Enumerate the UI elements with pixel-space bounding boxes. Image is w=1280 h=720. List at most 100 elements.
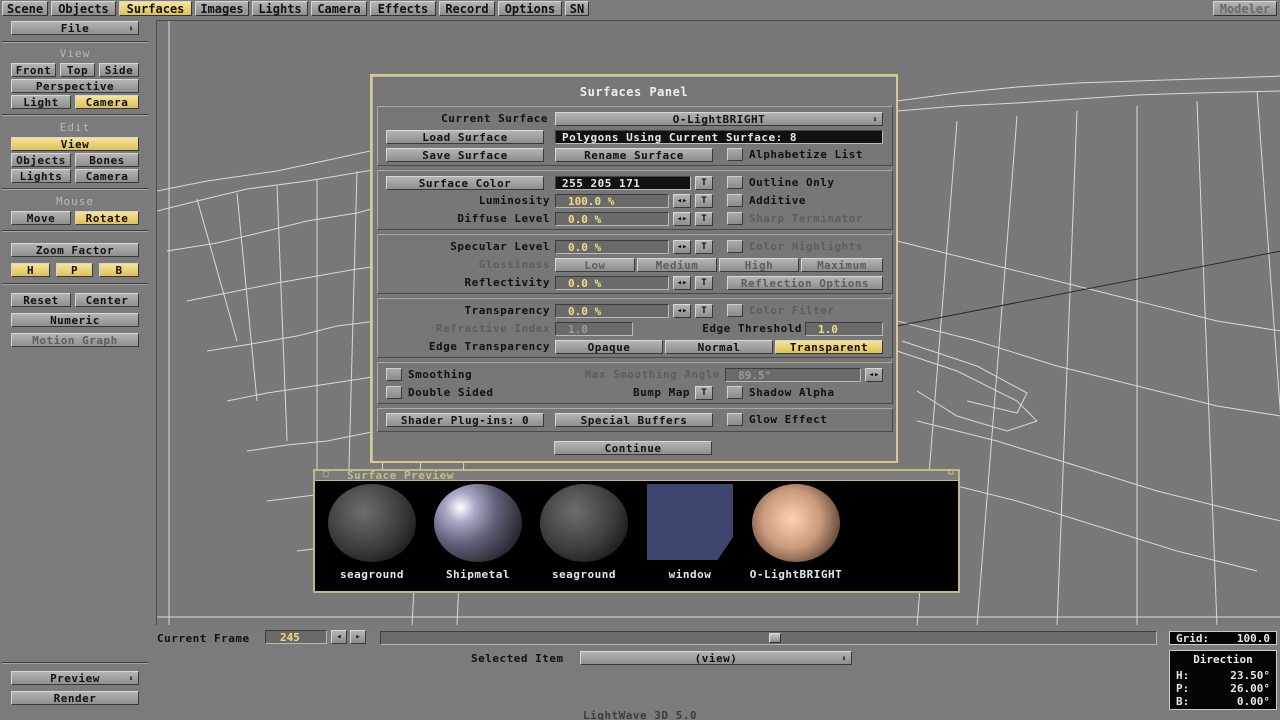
center-button[interactable]: Center xyxy=(75,293,139,307)
diffuse-slider-arrows-icon[interactable]: ◂▸ xyxy=(673,212,691,226)
outline-only-checkbox[interactable] xyxy=(727,176,743,189)
light-view-button[interactable]: Light xyxy=(11,95,71,109)
window-resize-icon[interactable]: ⧉ xyxy=(948,468,954,478)
bump-map-texture-button[interactable]: T xyxy=(695,386,713,400)
specular-slider-arrows-icon[interactable]: ◂▸ xyxy=(673,240,691,254)
transparency-texture-button[interactable]: T xyxy=(695,304,713,318)
modeler-button[interactable]: Modeler xyxy=(1213,1,1277,16)
frame-slider[interactable] xyxy=(380,631,1157,645)
tab-options[interactable]: Options xyxy=(498,1,562,16)
shipmetal-swatch[interactable] xyxy=(434,484,522,562)
file-menu[interactable]: File ⬍ xyxy=(11,21,139,35)
tab-scene[interactable]: Scene xyxy=(2,1,48,16)
additive-checkbox[interactable] xyxy=(727,194,743,207)
tab-surfaces[interactable]: Surfaces xyxy=(119,1,192,16)
o-lightbright-swatch[interactable] xyxy=(752,484,840,562)
rename-surface-button[interactable]: Rename Surface xyxy=(555,148,713,162)
transparency-slider-arrows-icon[interactable]: ◂▸ xyxy=(673,304,691,318)
max-smoothing-field[interactable]: 89.5° xyxy=(725,368,861,382)
surface-color-field[interactable]: 255 205 171 xyxy=(555,176,691,190)
p-axis-button[interactable]: P xyxy=(56,263,93,277)
shader-plugins-button[interactable]: Shader Plug-ins: 0 xyxy=(386,413,544,427)
render-button[interactable]: Render xyxy=(11,691,139,705)
gloss-maximum-button[interactable]: Maximum xyxy=(801,258,883,272)
load-surface-button[interactable]: Load Surface xyxy=(386,130,544,144)
edit-view-button[interactable]: View xyxy=(11,137,139,151)
smoothing-checkbox[interactable] xyxy=(386,368,402,381)
double-sided-checkbox[interactable] xyxy=(386,386,402,399)
h-axis-button[interactable]: H xyxy=(11,263,50,277)
edit-bones-button[interactable]: Bones xyxy=(75,153,139,167)
specular-texture-button[interactable]: T xyxy=(695,240,713,254)
side-view-button[interactable]: Side xyxy=(99,63,139,77)
tab-effects[interactable]: Effects xyxy=(370,1,436,16)
b-axis-button[interactable]: B xyxy=(99,263,139,277)
continue-button[interactable]: Continue xyxy=(554,441,712,455)
transparency-field[interactable]: 0.0 % xyxy=(555,304,669,318)
close-icon[interactable]: □ xyxy=(323,469,328,479)
front-view-button[interactable]: Front xyxy=(11,63,56,77)
current-frame-field[interactable]: 245 xyxy=(265,630,327,644)
bump-map-label: Bump Map xyxy=(633,386,690,399)
tab-camera[interactable]: Camera xyxy=(311,1,367,16)
reset-button[interactable]: Reset xyxy=(11,293,71,307)
seaground-swatch[interactable] xyxy=(328,484,416,562)
luminosity-slider-arrows-icon[interactable]: ◂▸ xyxy=(673,194,691,208)
tab-lights[interactable]: Lights xyxy=(252,1,308,16)
glow-effect-checkbox[interactable] xyxy=(727,413,743,426)
camera-view-button[interactable]: Camera xyxy=(75,95,139,109)
top-view-button[interactable]: Top xyxy=(60,63,95,77)
surface-color-button[interactable]: Surface Color xyxy=(386,176,544,190)
alphabetize-checkbox[interactable] xyxy=(727,148,743,161)
luminosity-field[interactable]: 100.0 % xyxy=(555,194,669,208)
window-swatch[interactable] xyxy=(647,484,733,560)
edit-camera-button[interactable]: Camera xyxy=(75,169,139,183)
special-buffers-button[interactable]: Special Buffers xyxy=(555,413,713,427)
move-button[interactable]: Move xyxy=(11,211,71,225)
shadow-alpha-checkbox[interactable] xyxy=(727,386,743,399)
reflectivity-slider-arrows-icon[interactable]: ◂▸ xyxy=(673,276,691,290)
max-smoothing-arrows-icon[interactable]: ◂▸ xyxy=(865,368,883,382)
gloss-medium-button[interactable]: Medium xyxy=(637,258,717,272)
perspective-view-button[interactable]: Perspective xyxy=(11,79,139,93)
selected-item-select[interactable]: (view) ⬍ xyxy=(580,651,852,665)
color-filter-checkbox[interactable] xyxy=(727,304,743,317)
edge-threshold-field[interactable]: 1.0 xyxy=(805,322,883,336)
reflection-options-button[interactable]: Reflection Options xyxy=(727,276,883,290)
diffuse-texture-button[interactable]: T xyxy=(695,212,713,226)
color-highlights-checkbox[interactable] xyxy=(727,240,743,253)
current-surface-select[interactable]: O-LightBRIGHT ⬍ xyxy=(555,112,883,126)
gloss-high-button[interactable]: High xyxy=(719,258,799,272)
prev-frame-arrow-icon[interactable]: ◂ xyxy=(331,630,347,644)
zoom-factor-button[interactable]: Zoom Factor xyxy=(11,243,139,257)
tab-record[interactable]: Record xyxy=(439,1,495,16)
edit-objects-button[interactable]: Objects xyxy=(11,153,71,167)
sharp-terminator-checkbox[interactable] xyxy=(727,212,743,225)
preview-titlebar[interactable]: □ Surface Preview ⧉ xyxy=(315,468,958,482)
tab-objects[interactable]: Objects xyxy=(51,1,116,16)
preview-menu[interactable]: Preview ⬍ xyxy=(11,671,139,685)
refractive-index-field[interactable]: 1.0 xyxy=(555,322,633,336)
tab-sn[interactable]: SN xyxy=(565,1,589,16)
numeric-button[interactable]: Numeric xyxy=(11,313,139,327)
save-surface-button[interactable]: Save Surface xyxy=(386,148,544,162)
edit-lights-button[interactable]: Lights xyxy=(11,169,71,183)
reflectivity-texture-button[interactable]: T xyxy=(695,276,713,290)
motion-graph-button[interactable]: Motion Graph xyxy=(11,333,139,347)
edge-transparent-button[interactable]: Transparent xyxy=(775,340,883,354)
texture-button[interactable]: T xyxy=(695,176,713,190)
edge-normal-button[interactable]: Normal xyxy=(665,340,773,354)
edge-opaque-button[interactable]: Opaque xyxy=(555,340,663,354)
luminosity-texture-button[interactable]: T xyxy=(695,194,713,208)
gloss-low-button[interactable]: Low xyxy=(555,258,635,272)
rotate-button[interactable]: Rotate xyxy=(75,211,139,225)
reflectivity-field[interactable]: 0.0 % xyxy=(555,276,669,290)
tab-images[interactable]: Images xyxy=(195,1,249,16)
transparency-label: Transparency xyxy=(464,304,550,317)
specular-field[interactable]: 0.0 % xyxy=(555,240,669,254)
frame-slider-thumb[interactable] xyxy=(769,633,781,643)
diffuse-field[interactable]: 0.0 % xyxy=(555,212,669,226)
next-frame-arrow-icon[interactable]: ▸ xyxy=(350,630,366,644)
updown-icon: ⬍ xyxy=(128,673,134,683)
seaground-swatch[interactable] xyxy=(540,484,628,562)
